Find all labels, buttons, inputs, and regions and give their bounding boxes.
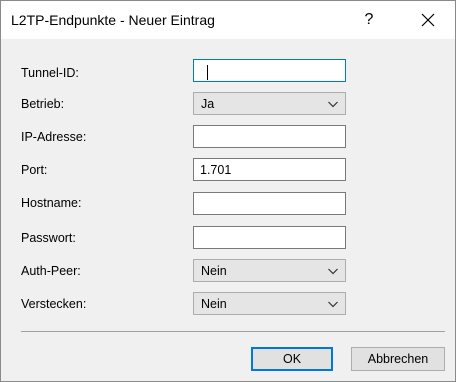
- betrieb-select[interactable]: Ja: [193, 92, 346, 115]
- betrieb-label: Betrieb:: [21, 97, 65, 111]
- betrieb-select-value: Ja: [201, 97, 215, 111]
- port-input[interactable]: [193, 158, 346, 181]
- tunnel-id-label: Tunnel-ID:: [21, 66, 79, 80]
- tunnel-id-input[interactable]: [193, 59, 346, 82]
- chevron-down-icon: [328, 101, 338, 108]
- title-bar: L2TP-Endpunkte - Neuer Eintrag ?: [1, 1, 455, 39]
- hostname-input[interactable]: [193, 192, 346, 215]
- help-icon: ?: [364, 11, 374, 28]
- text-caret: [207, 65, 208, 80]
- auth-peer-select-value: Nein: [201, 264, 227, 278]
- ok-button[interactable]: OK: [251, 347, 333, 371]
- ip-adresse-label: IP-Adresse:: [21, 130, 87, 144]
- chevron-down-icon: [328, 301, 338, 308]
- port-label: Port:: [21, 163, 48, 177]
- passwort-input[interactable]: [193, 226, 346, 249]
- window-title: L2TP-Endpunkte - Neuer Eintrag: [11, 12, 215, 28]
- cancel-button[interactable]: Abbrechen: [351, 347, 445, 371]
- verstecken-select[interactable]: Nein: [193, 292, 346, 315]
- close-icon: [421, 13, 435, 27]
- dialog-window: L2TP-Endpunkte - Neuer Eintrag ? Tunnel-…: [0, 0, 456, 382]
- hostname-label: Hostname:: [21, 196, 82, 210]
- auth-peer-label: Auth-Peer:: [21, 264, 81, 278]
- chevron-down-icon: [328, 268, 338, 275]
- verstecken-select-value: Nein: [201, 297, 227, 311]
- passwort-label: Passwort:: [21, 231, 76, 245]
- close-button[interactable]: [408, 5, 448, 35]
- separator-line: [21, 331, 445, 332]
- verstecken-label: Verstecken:: [21, 297, 87, 311]
- help-button[interactable]: ?: [351, 5, 387, 35]
- auth-peer-select[interactable]: Nein: [193, 259, 346, 282]
- ip-adresse-input[interactable]: [193, 125, 346, 148]
